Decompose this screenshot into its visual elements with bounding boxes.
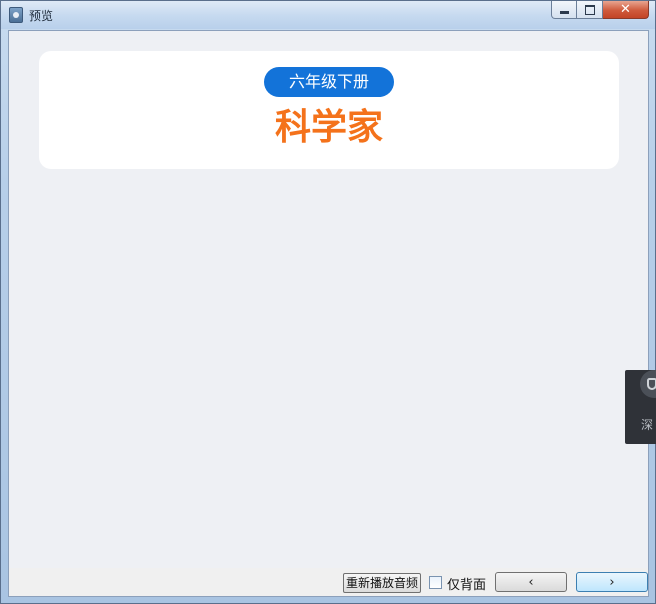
close-button[interactable]: ✕	[603, 1, 649, 19]
next-button[interactable]: ›	[576, 572, 648, 592]
close-icon: ✕	[620, 2, 631, 17]
bottom-toolbar: 重新播放音频 仅背面 ‹ ›	[9, 568, 648, 596]
previous-button[interactable]: ‹	[495, 572, 567, 592]
side-widget-label: 深	[641, 418, 654, 432]
replay-audio-button[interactable]: 重新播放音频	[343, 573, 421, 593]
preview-area: 六年级下册 科学家 重新播放音频 仅背面 ‹ ›	[8, 30, 649, 597]
back-only-label[interactable]: 仅背面	[447, 574, 486, 593]
window-title: 预览	[29, 9, 54, 23]
preview-window: 预览 ✕ 六年级下册 科学家 重新播放音频 仅背面 ‹ ›	[0, 0, 656, 604]
chevron-left-icon: ‹	[528, 574, 534, 590]
chevron-right-icon: ›	[609, 574, 615, 590]
title-bar[interactable]: 预览 ✕	[1, 1, 655, 29]
back-only-checkbox[interactable]	[429, 576, 442, 589]
minimize-button[interactable]	[551, 1, 577, 19]
grade-badge: 六年级下册	[264, 67, 394, 97]
maximize-icon	[584, 4, 595, 15]
floating-side-widget[interactable]: 深	[625, 370, 656, 444]
minimize-icon	[559, 11, 569, 14]
card-title: 科学家	[274, 107, 383, 148]
title-card: 六年级下册 科学家	[39, 51, 619, 169]
app-icon	[9, 7, 23, 23]
shield-icon	[640, 370, 656, 398]
maximize-button[interactable]	[577, 1, 603, 19]
caption-buttons: ✕	[551, 1, 649, 21]
